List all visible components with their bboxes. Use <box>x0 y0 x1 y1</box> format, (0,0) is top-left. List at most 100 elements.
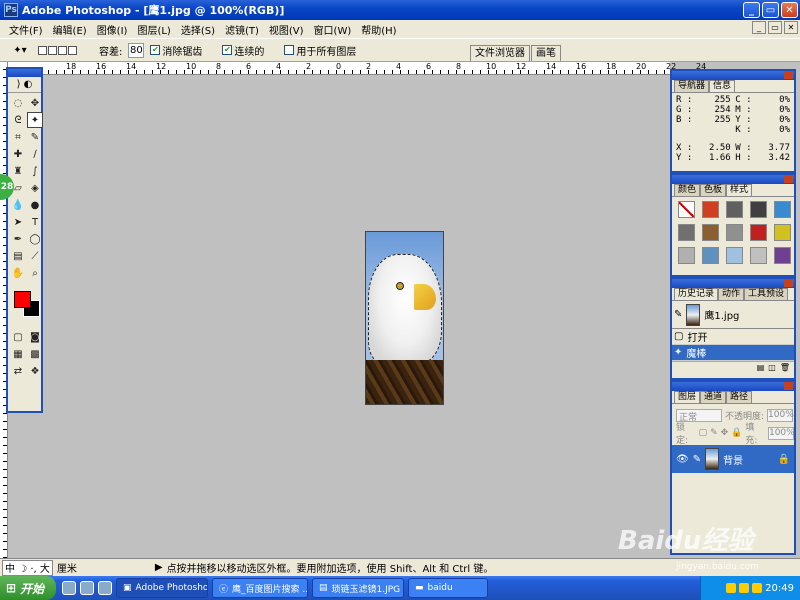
new-snapshot-icon[interactable]: ◫ <box>768 363 776 372</box>
add-selection-icon[interactable] <box>48 45 57 55</box>
new-selection-icon[interactable] <box>38 45 47 55</box>
style-swatch[interactable] <box>702 224 719 241</box>
slice-tool-icon[interactable]: ✎ <box>27 129 43 145</box>
style-swatch[interactable] <box>750 247 767 264</box>
tray-icon-1[interactable] <box>726 583 737 593</box>
style-swatch[interactable] <box>726 201 743 218</box>
style-swatch[interactable] <box>774 224 791 241</box>
healing-brush-icon[interactable]: ✚ <box>10 146 26 162</box>
style-swatch[interactable] <box>678 201 695 218</box>
history-item-open[interactable]: ▢ 打开 <box>672 329 794 345</box>
style-swatch[interactable] <box>750 224 767 241</box>
menu-help[interactable]: 帮助(H) <box>356 22 401 37</box>
toolbox-titlebar[interactable] <box>8 69 41 77</box>
lock-pixels-icon[interactable]: ✎ <box>710 428 718 438</box>
close-button[interactable]: ✕ <box>781 2 798 18</box>
layer-background[interactable]: 👁 ✎ 背景 🔒 <box>672 445 794 473</box>
tray-icon-3[interactable] <box>752 583 763 593</box>
tab-info[interactable]: 信息 <box>709 80 736 92</box>
crop-tool-icon[interactable]: ⌗ <box>10 129 26 145</box>
zoom-tool-icon[interactable]: ⌕ <box>27 265 43 281</box>
style-swatch[interactable] <box>774 201 791 218</box>
doc-close-button[interactable]: ✕ <box>784 21 798 34</box>
clone-stamp-icon[interactable]: ♜ <box>10 163 26 179</box>
tab-swatches[interactable]: 色板 <box>700 184 727 196</box>
intersect-selection-icon[interactable] <box>68 45 77 55</box>
style-swatch[interactable] <box>678 224 695 241</box>
style-swatch[interactable] <box>774 247 791 264</box>
quicklaunch-icon-3[interactable] <box>98 581 112 595</box>
style-swatch[interactable] <box>750 201 767 218</box>
history-snapshot[interactable]: ✎ 鹰1.jpg <box>672 301 794 329</box>
menu-view[interactable]: 视图(V) <box>264 22 309 37</box>
lock-position-icon[interactable]: ✥ <box>721 428 729 438</box>
menu-layer[interactable]: 图层(L) <box>132 22 175 37</box>
jump-to-imageready-icon[interactable]: ⇄ <box>10 363 26 379</box>
task-photoshop[interactable]: ▣Adobe Photoshop ... <box>116 578 208 598</box>
tab-file-browser[interactable]: 文件浏览器 <box>470 45 530 61</box>
new-document-icon[interactable]: ▤ <box>757 363 765 372</box>
eye-icon[interactable]: 👁 <box>676 454 689 465</box>
opacity-input[interactable]: 100% <box>767 408 794 422</box>
style-swatch[interactable] <box>726 247 743 264</box>
task-image-file[interactable]: ▤ 琐链玉滤镜1.JPG ... <box>312 578 404 598</box>
menu-edit[interactable]: 编辑(E) <box>48 22 92 37</box>
start-button[interactable]: ⊞ 开始 <box>0 576 56 600</box>
all-layers-checkbox[interactable]: 用于所有图层 <box>284 43 356 58</box>
menu-select[interactable]: 选择(S) <box>176 22 220 37</box>
quicklaunch-icon-1[interactable] <box>62 581 76 595</box>
type-tool-icon[interactable]: T <box>27 214 43 230</box>
screen-mode-icon[interactable]: ▦ <box>10 346 26 362</box>
path-selection-icon[interactable]: ➤ <box>10 214 26 230</box>
menu-file[interactable]: 文件(F) <box>4 22 48 37</box>
marquee-tool-icon[interactable]: ◌ <box>10 95 26 111</box>
tab-color[interactable]: 颜色 <box>674 184 701 196</box>
contiguous-checkbox[interactable]: ✔ 连续的 <box>222 43 264 58</box>
antialias-checkbox[interactable]: ✔ 消除锯齿 <box>150 43 202 58</box>
blur-tool-icon[interactable]: 💧 <box>10 197 26 213</box>
quickmask-mode-icon[interactable]: ◙ <box>27 329 43 345</box>
task-baidu-folder[interactable]: ▬ baidu <box>408 578 488 598</box>
tab-paths[interactable]: 路径 <box>726 391 753 403</box>
style-swatch[interactable] <box>726 224 743 241</box>
palette-close-icon[interactable] <box>784 71 793 79</box>
adobe-logo-icon[interactable]: ⟩ ◐ <box>8 77 41 93</box>
foreground-color[interactable] <box>14 291 31 308</box>
palette-close-icon[interactable] <box>784 279 793 287</box>
quicklaunch-icon-2[interactable] <box>80 581 94 595</box>
task-baidu-image[interactable]: ⓔ 鹰_百度图片搜索 ... <box>212 578 308 598</box>
tab-history[interactable]: 历史记录 <box>674 288 719 300</box>
paint-bucket-icon[interactable]: ◈ <box>27 180 43 196</box>
tab-navigator[interactable]: 导航器 <box>674 80 710 92</box>
eyedropper-icon[interactable]: ⟋ <box>27 248 43 264</box>
notes-tool-icon[interactable]: ▤ <box>10 248 26 264</box>
subtract-selection-icon[interactable] <box>58 45 67 55</box>
palette-close-icon[interactable] <box>784 382 793 390</box>
tab-styles[interactable]: 样式 <box>726 184 753 196</box>
eagle-image[interactable] <box>365 231 444 405</box>
pen-tool-icon[interactable]: ✒ <box>10 231 26 247</box>
lock-transparency-icon[interactable]: ▢ <box>699 428 708 438</box>
tab-layers[interactable]: 图层 <box>674 391 701 403</box>
lasso-tool-icon[interactable]: ᘓ <box>10 112 26 128</box>
tray-icon-2[interactable] <box>739 583 750 593</box>
history-item-magic-wand[interactable]: ✦ 魔棒 <box>672 345 794 361</box>
tab-channels[interactable]: 通道 <box>700 391 727 403</box>
doc-restore-button[interactable]: ▭ <box>768 21 782 34</box>
clock[interactable]: 20:49 <box>765 583 794 594</box>
shape-tool-icon[interactable]: ◯ <box>27 231 43 247</box>
restore-button[interactable]: ▭ <box>762 2 779 18</box>
minimize-button[interactable]: _ <box>743 2 760 18</box>
jump-icon-2[interactable]: ❖ <box>27 363 43 379</box>
tab-tool-presets[interactable]: 工具预设 <box>744 288 789 300</box>
standard-mode-icon[interactable]: ▢ <box>10 329 26 345</box>
ime-toolbar[interactable]: 中 ☽ ·, 大 <box>2 559 53 576</box>
fill-input[interactable]: 100% <box>767 426 795 440</box>
history-brush-icon[interactable]: ∫ <box>27 163 43 179</box>
move-tool-icon[interactable]: ✥ <box>27 95 43 111</box>
doc-minimize-button[interactable]: _ <box>752 21 766 34</box>
style-swatch[interactable] <box>702 201 719 218</box>
menu-image[interactable]: 图像(I) <box>92 22 133 37</box>
style-swatch[interactable] <box>678 247 695 264</box>
hand-tool-icon[interactable]: ✋ <box>10 265 26 281</box>
